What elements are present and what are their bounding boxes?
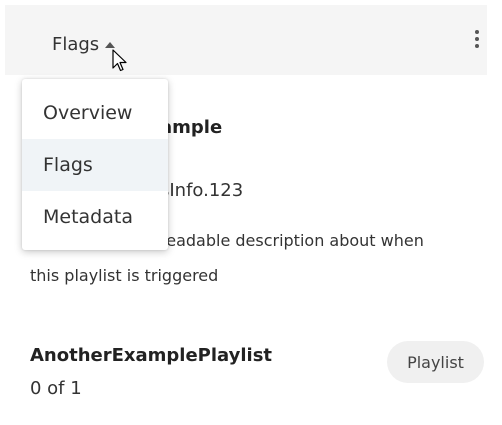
playlist-identifier: sInfo.123 xyxy=(160,180,244,201)
playlist-description-line2: this playlist is triggered xyxy=(30,266,219,285)
view-dropdown-menu: Overview Flags Metadata xyxy=(22,79,168,250)
dropdown-label: Flags xyxy=(52,33,100,55)
view-dropdown-trigger[interactable]: Flags xyxy=(52,29,116,59)
playlist-count: 0 of 1 xyxy=(30,378,82,399)
caret-up-icon xyxy=(105,42,116,48)
playlist-title: ample xyxy=(160,117,223,138)
menu-item-metadata[interactable]: Metadata xyxy=(22,191,168,243)
mouse-cursor-icon xyxy=(112,49,127,72)
menu-item-flags[interactable]: Flags xyxy=(22,139,168,191)
playlist-title-2: AnotherExamplePlaylist xyxy=(30,345,273,366)
playlist-description-line1: readable description about when xyxy=(160,231,424,250)
menu-item-overview[interactable]: Overview xyxy=(22,87,168,139)
kebab-menu-icon[interactable] xyxy=(470,27,484,51)
playlist-badge[interactable]: Playlist xyxy=(387,341,484,383)
